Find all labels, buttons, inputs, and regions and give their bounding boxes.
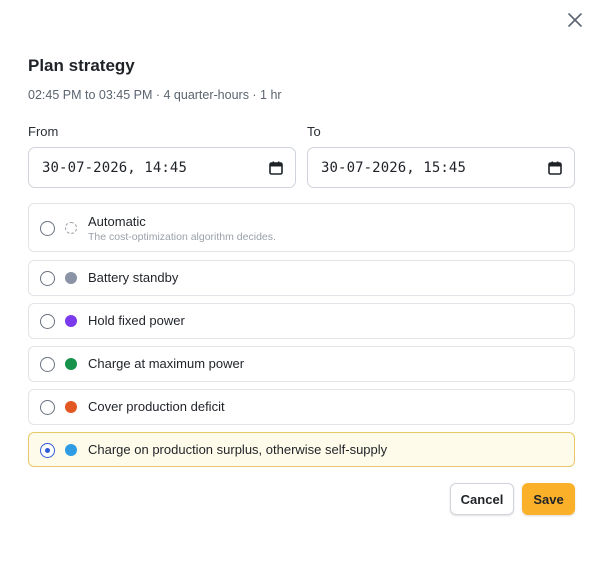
strategy-color-dot xyxy=(65,401,77,413)
strategy-color-dot xyxy=(65,222,77,234)
strategy-option-battery-standby[interactable]: Battery standby xyxy=(28,260,575,296)
strategy-option-cover-deficit[interactable]: Cover production deficit xyxy=(28,389,575,425)
from-datetime-input[interactable]: 30-07-2026, 14:45 xyxy=(28,147,296,188)
strategy-color-dot xyxy=(65,272,77,284)
to-datetime-value: 30-07-2026, 15:45 xyxy=(321,159,466,176)
strategy-option-label: Hold fixed power xyxy=(88,313,185,328)
strategy-option-label: Charge at maximum power xyxy=(88,356,245,371)
strategy-option-hold-fixed-power[interactable]: Hold fixed power xyxy=(28,303,575,339)
strategy-color-dot xyxy=(65,315,77,327)
strategy-option-label: Cover production deficit xyxy=(88,399,225,414)
radio-button[interactable] xyxy=(40,400,55,415)
strategy-option-charge-on-surplus[interactable]: Charge on production surplus, otherwise … xyxy=(28,432,575,467)
plan-strategy-dialog: Plan strategy 02:45 PM to 03:45 PM · 4 q… xyxy=(0,0,601,579)
save-button[interactable]: Save xyxy=(522,483,575,515)
from-datetime-value: 30-07-2026, 14:45 xyxy=(42,159,187,176)
strategy-option-label: Automatic xyxy=(88,214,146,229)
to-label: To xyxy=(307,124,321,139)
strategy-option-description: The cost-optimization algorithm decides. xyxy=(88,231,276,243)
strategy-color-dot xyxy=(65,358,77,370)
dialog-title: Plan strategy xyxy=(28,56,135,75)
dialog-subtitle: 02:45 PM to 03:45 PM · 4 quarter-hours ·… xyxy=(28,88,282,102)
strategy-option-charge-max-power[interactable]: Charge at maximum power xyxy=(28,346,575,382)
radio-button[interactable] xyxy=(40,314,55,329)
calendar-icon[interactable] xyxy=(548,161,562,175)
close-icon xyxy=(568,13,582,27)
calendar-icon[interactable] xyxy=(269,161,283,175)
strategy-color-dot xyxy=(65,444,77,456)
radio-button[interactable] xyxy=(40,271,55,286)
to-datetime-input[interactable]: 30-07-2026, 15:45 xyxy=(307,147,575,188)
cancel-button[interactable]: Cancel xyxy=(450,483,514,515)
from-label: From xyxy=(28,124,59,139)
strategy-option-automatic[interactable]: Automatic The cost-optimization algorith… xyxy=(28,203,575,252)
strategy-option-label: Battery standby xyxy=(88,270,179,285)
strategy-option-label: Charge on production surplus, otherwise … xyxy=(88,442,388,457)
radio-button[interactable] xyxy=(40,357,55,372)
radio-button[interactable] xyxy=(40,221,55,236)
close-button[interactable] xyxy=(564,9,586,31)
radio-button-checked[interactable] xyxy=(40,443,55,458)
